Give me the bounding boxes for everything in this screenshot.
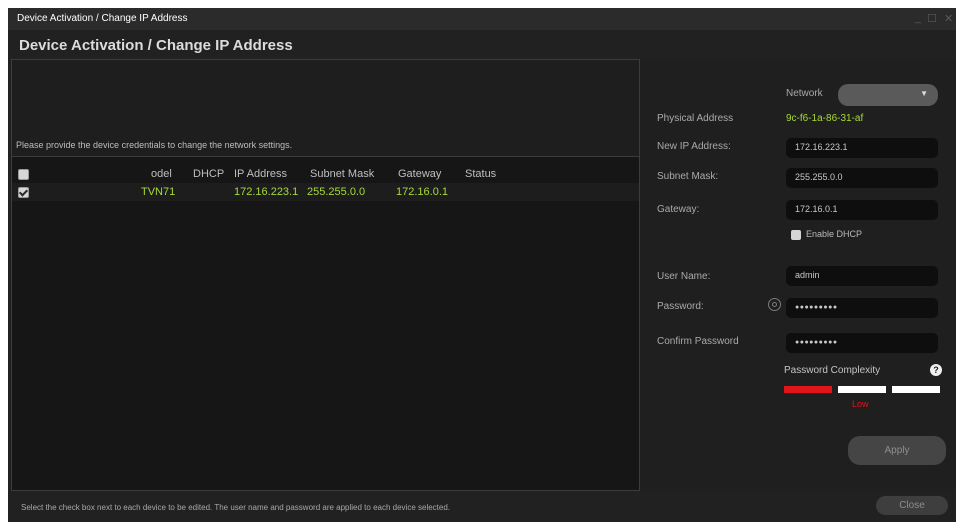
subnet-mask-label: Subnet Mask: [657,171,719,182]
column-model[interactable]: odel [151,168,172,180]
network-label: Network [786,88,823,99]
credentials-message: Please provide the device credentials to… [16,140,293,150]
select-all-checkbox[interactable] [18,169,29,180]
column-gateway[interactable]: Gateway [398,168,441,180]
footer-message: Select the check box next to each device… [21,503,451,512]
subnet-mask-field[interactable]: 255.255.0.0 [786,168,938,188]
user-name-field[interactable]: admin [786,266,938,286]
gateway-label: Gateway: [657,204,700,215]
column-dhcp[interactable]: DHCP [193,168,224,180]
password-value: ●●●●●●●●● [795,304,838,311]
maximize-icon[interactable]: ☐ [927,12,937,25]
new-ip-label: New IP Address: [657,141,731,152]
complexity-bar-3 [892,386,940,393]
device-activation-window: Device Activation / Change IP Address _ … [8,8,956,522]
close-button[interactable]: Close [876,496,948,515]
enable-dhcp-label: Enable DHCP [806,229,863,239]
help-icon[interactable]: ? [930,364,942,376]
password-complexity-label: Password Complexity [784,365,881,376]
table-row[interactable]: TVN71 172.16.223.1 255.255.0.0 172.16.0.… [12,183,639,201]
new-ip-value: 172.16.223.1 [795,142,848,152]
column-status[interactable]: Status [465,168,496,180]
password-field[interactable]: ●●●●●●●●● [786,298,938,318]
confirm-password-field[interactable]: ●●●●●●●●● [786,333,938,353]
page-title: Device Activation / Change IP Address [19,37,293,54]
row-gateway: 172.16.0.1 [396,186,448,198]
user-name-label: User Name: [657,271,711,282]
show-password-icon[interactable] [768,298,781,311]
row-subnet-mask: 255.255.0.0 [307,186,366,198]
complexity-bar-1 [784,386,832,393]
gateway-field[interactable]: 172.16.0.1 [786,200,938,220]
minimize-icon[interactable]: _ [915,12,921,24]
column-ip-address[interactable]: IP Address [234,168,287,180]
title-bar: Device Activation / Change IP Address _ … [8,8,956,30]
device-list-panel: Please provide the device credentials to… [11,59,640,491]
column-subnet-mask[interactable]: Subnet Mask [310,168,374,180]
complexity-bar-2 [838,386,886,393]
row-checkbox[interactable] [18,187,29,198]
confirm-password-label: Confirm Password [657,336,739,347]
physical-address-value: 9c-f6-1a-86-31-af [786,113,864,124]
row-model: TVN71 [141,186,176,198]
table-header: odel DHCP IP Address Subnet Mask Gateway… [12,165,639,183]
network-settings-panel: Network ▼ Physical Address 9c-f6-1a-86-3… [640,59,956,489]
close-icon[interactable]: ✕ [944,12,953,25]
window-title: Device Activation / Change IP Address [17,13,188,24]
confirm-password-value: ●●●●●●●●● [795,339,838,346]
new-ip-field[interactable]: 172.16.223.1 [786,138,938,158]
complexity-level-text: Low [852,399,869,409]
physical-address-label: Physical Address [657,113,734,124]
subnet-mask-value: 255.255.0.0 [795,172,843,182]
user-name-value: admin [795,270,820,280]
chevron-down-icon: ▼ [920,89,928,98]
password-label: Password: [657,301,704,312]
enable-dhcp-checkbox[interactable] [791,230,801,240]
info-box: Please provide the device credentials to… [12,60,639,157]
apply-button[interactable]: Apply [848,436,946,465]
gateway-value: 172.16.0.1 [795,204,838,214]
row-ip-address: 172.16.223.1 [234,186,299,198]
network-dropdown[interactable]: ▼ [838,84,938,106]
